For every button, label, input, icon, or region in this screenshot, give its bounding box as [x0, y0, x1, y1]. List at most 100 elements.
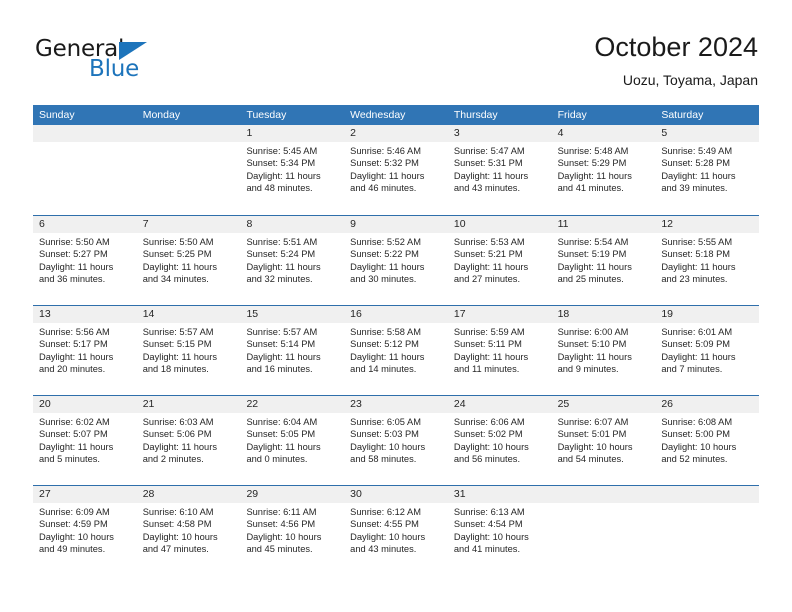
day-cell-3[interactable]: 3 Sunrise: 5:47 AM Sunset: 5:31 PM Daylight… [447, 125, 552, 215]
day-detail-line: and 2 minutes. [142, 453, 204, 464]
day-detail-line: Daylight: 11 hours [142, 441, 217, 452]
day-cell-11[interactable]: 11 Sunrise: 5:54 AM Sunset: 5:19 PM Dayligh… [551, 216, 656, 305]
day-detail-line: Sunrise: 6:13 AM [453, 507, 525, 517]
day-detail-line: and 34 minutes. [142, 273, 209, 284]
day-detail-line: Daylight: 11 hours [142, 351, 217, 362]
day-detail-line: and 30 minutes. [350, 273, 417, 284]
calendar-grid: Sunday Monday Tuesday Wednesday Thursday Frid… [33, 105, 760, 575]
day-cell-4[interactable]: 4 Sunrise: 5:48 AM Sunset: 5:29 PM Daylight… [551, 125, 656, 215]
day-detail-line: and 16 minutes. [246, 363, 313, 374]
day-detail-line: Daylight: 11 hours [661, 170, 736, 181]
day-detail-line: Sunset: 5:09 PM [661, 339, 731, 350]
day-cell-1[interactable]: 1 Sunrise: 5:45 AM Sunset: 5:34 PM Daylight… [240, 125, 345, 215]
day-cell-15[interactable]: 15 Sunrise: 5:57 AM Sunset: 5:14 PM Dayligh… [240, 306, 345, 395]
day-cell-9[interactable]: 9 Sunrise: 5:52 AM Sunset: 5:22 PM Daylight… [344, 216, 448, 305]
day-detail-line: and 56 minutes. [453, 453, 521, 464]
day-detail-line: Daylight: 11 hours [39, 441, 114, 452]
day-cell-7[interactable]: 7 Sunrise: 5:50 AM Sunset: 5:25 PM Daylight… [136, 216, 241, 305]
day-cell-14[interactable]: 14 Sunrise: 5:57 AM Sunset: 5:15 PM Dayligh… [136, 306, 241, 395]
day-cell-5[interactable]: 5 Sunrise: 5:49 AM Sunset: 5:28 PM Daylight… [655, 125, 760, 215]
day-detail-line: Sunrise: 5:46 AM [350, 146, 421, 156]
day-detail-line: and 58 minutes. [350, 453, 417, 464]
day-cell-22[interactable]: 22 Sunrise: 6:04 AM Sunset: 5:05 PM Dayligh… [240, 396, 345, 485]
day-detail-line: Daylight: 10 hours [350, 531, 426, 542]
day-detail-line: Daylight: 10 hours [39, 531, 114, 542]
day-cell-20[interactable]: 20 Sunrise: 6:02 AM Sunset: 5:07 PM Dayligh… [33, 396, 137, 485]
day-number: 23 [344, 396, 448, 413]
day-detail-line: Sunset: 5:28 PM [661, 158, 731, 169]
day-detail-line: Sunrise: 5:53 AM [453, 237, 525, 247]
day-cell-28[interactable]: 28 Sunrise: 6:10 AM Sunset: 4:58 PM Dayligh… [136, 486, 241, 575]
day-cell-2[interactable]: 2 Sunrise: 5:46 AM Sunset: 5:32 PM Daylight… [344, 125, 448, 215]
day-details: Sunrise: 5:52 AM Sunset: 5:22 PM Daylight:… [344, 233, 448, 285]
day-cell-31[interactable]: 31 Sunrise: 6:13 AM Sunset: 4:54 PM Dayligh… [447, 486, 552, 575]
day-detail-line: Daylight: 11 hours [453, 170, 529, 181]
day-number: 15 [240, 306, 345, 323]
day-detail-line: Daylight: 11 hours [350, 351, 425, 362]
day-cell-27[interactable]: 27 Sunrise: 6:09 AM Sunset: 4:59 PM Dayligh… [33, 486, 137, 575]
day-detail-line: and 7 minutes. [661, 363, 723, 374]
day-detail-line: Sunset: 5:14 PM [246, 339, 316, 350]
weekday-header-row: Sunday Monday Tuesday Wednesday Thursday Frid… [33, 105, 759, 125]
day-detail-line: Daylight: 10 hours [453, 441, 529, 452]
day-detail-line: Sunset: 5:06 PM [142, 429, 212, 440]
day-detail-line: and 54 minutes. [557, 453, 624, 464]
day-number [655, 486, 760, 503]
day-detail-line: Daylight: 10 hours [350, 441, 426, 452]
page-subtitle: Uozu, Toyama, Japan [622, 72, 758, 88]
day-detail-line: Sunrise: 6:00 AM [557, 327, 629, 337]
day-cell-6[interactable]: 6 Sunrise: 5:50 AM Sunset: 5:27 PM Daylight… [33, 216, 137, 305]
day-cell-17[interactable]: 17 Sunrise: 5:59 AM Sunset: 5:11 PM Dayligh… [447, 306, 552, 395]
day-detail-line: and 5 minutes. [39, 453, 100, 464]
day-detail-line: Sunrise: 6:04 AM [246, 417, 318, 427]
day-number: 19 [655, 306, 760, 323]
day-detail-line: Daylight: 10 hours [453, 531, 529, 542]
general-blue-logo: General Blue [35, 36, 235, 84]
day-detail-line: and 0 minutes. [246, 453, 308, 464]
day-cell-29[interactable]: 29 Sunrise: 6:11 AM Sunset: 4:56 PM Dayligh… [240, 486, 345, 575]
day-cell-12[interactable]: 12 Sunrise: 5:55 AM Sunset: 5:18 PM Dayligh… [655, 216, 760, 305]
day-detail-line: Sunset: 4:56 PM [246, 519, 316, 530]
day-cell-8[interactable]: 8 Sunrise: 5:51 AM Sunset: 5:24 PM Daylight… [240, 216, 345, 305]
day-detail-line: Daylight: 11 hours [142, 261, 217, 272]
day-detail-line: Daylight: 10 hours [661, 441, 737, 452]
day-details: Sunrise: 6:01 AM Sunset: 5:09 PM Daylight:… [655, 323, 759, 375]
day-detail-line: Daylight: 11 hours [246, 170, 321, 181]
day-detail-line: Sunrise: 6:08 AM [661, 417, 733, 427]
day-number: 28 [136, 486, 241, 503]
weekday-header-sunday: Sunday [39, 109, 75, 121]
day-cell-16[interactable]: 16 Sunrise: 5:58 AM Sunset: 5:12 PM Dayligh… [344, 306, 448, 395]
day-number: 1 [240, 125, 345, 142]
day-detail-line: Daylight: 11 hours [557, 261, 632, 272]
day-detail-line: Sunrise: 5:47 AM [453, 146, 525, 156]
day-cell-10[interactable]: 10 Sunrise: 5:53 AM Sunset: 5:21 PM Dayligh… [447, 216, 552, 305]
day-detail-line: Sunrise: 5:50 AM [142, 237, 214, 247]
day-detail-line: Daylight: 11 hours [39, 261, 114, 272]
day-details: Sunrise: 6:04 AM Sunset: 5:05 PM Daylight:… [240, 413, 344, 465]
day-cell-13[interactable]: 13 Sunrise: 5:56 AM Sunset: 5:17 PM Dayligh… [33, 306, 137, 395]
day-detail-line: Sunset: 4:59 PM [39, 519, 108, 530]
day-cell-30[interactable]: 30 Sunrise: 6:12 AM Sunset: 4:55 PM Dayligh… [344, 486, 448, 575]
day-cell-18[interactable]: 18 Sunrise: 6:00 AM Sunset: 5:10 PM Dayligh… [551, 306, 656, 395]
day-cell-24[interactable]: 24 Sunrise: 6:06 AM Sunset: 5:02 PM Dayligh… [447, 396, 552, 485]
calendar-week-row: 6 Sunrise: 5:50 AM Sunset: 5:27 PM Daylight… [33, 215, 760, 305]
day-number: 31 [447, 486, 552, 503]
day-cell-23[interactable]: 23 Sunrise: 6:05 AM Sunset: 5:03 PM Dayligh… [344, 396, 448, 485]
day-cell-21[interactable]: 21 Sunrise: 6:03 AM Sunset: 5:06 PM Dayligh… [136, 396, 241, 485]
day-details: Sunrise: 6:02 AM Sunset: 5:07 PM Daylight:… [33, 413, 137, 465]
day-cell-26[interactable]: 26 Sunrise: 6:08 AM Sunset: 5:00 PM Dayligh… [655, 396, 760, 485]
day-detail-line: and 41 minutes. [557, 182, 624, 193]
page-header: General Blue October 2024 Uozu, Toyama, … [0, 0, 792, 104]
day-detail-line: and 27 minutes. [453, 273, 521, 284]
day-details: Sunrise: 5:53 AM Sunset: 5:21 PM Daylight:… [448, 233, 552, 285]
day-cell-25[interactable]: 25 Sunrise: 6:07 AM Sunset: 5:01 PM Dayligh… [551, 396, 656, 485]
day-details: Sunrise: 6:07 AM Sunset: 5:01 PM Daylight:… [552, 413, 656, 465]
day-cell-19[interactable]: 19 Sunrise: 6:01 AM Sunset: 5:09 PM Dayligh… [655, 306, 760, 395]
day-detail-line: Daylight: 11 hours [557, 170, 632, 181]
day-detail-line: Sunset: 5:05 PM [246, 429, 316, 440]
day-details: Sunrise: 5:56 AM Sunset: 5:17 PM Daylight:… [33, 323, 137, 375]
day-detail-line: Sunset: 5:17 PM [39, 339, 108, 350]
day-number: 17 [447, 306, 552, 323]
day-detail-line: Sunrise: 6:03 AM [142, 417, 214, 427]
day-number: 24 [447, 396, 552, 413]
